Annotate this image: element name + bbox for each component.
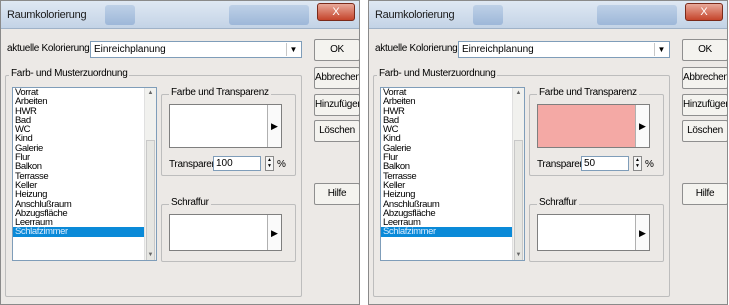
color-swatch [538,105,635,147]
titlebar-decoration [597,5,677,25]
fill-transparency-group-label: Farbe und Transparenz [537,87,639,98]
titlebar-decoration [473,5,503,25]
hatch-picker[interactable]: ▶ [169,214,282,251]
room-list[interactable]: Vorrat Arbeiten HWR Bad WC Kind Galerie … [12,87,157,261]
list-item[interactable]: Bad [381,115,512,125]
current-coloring-label: aktuelle Kolorierung: [7,43,92,54]
transparency-stepper[interactable]: ▲ ▼ [265,156,274,171]
percent-sign: % [645,159,654,170]
list-item-selected[interactable]: Schlafzimmer [381,227,512,237]
list-item[interactable]: Bad [13,115,144,125]
list-item-selected[interactable]: Schlafzimmer [13,227,144,237]
coloring-select[interactable]: Einreichplanung ▼ [458,41,670,58]
ok-button[interactable]: OK [682,39,727,61]
color-pattern-group-label: Farb- und Musterzuordnung [9,68,130,79]
room-coloring-dialog-right: Raumkolorierung X aktuelle Kolorierung: … [368,0,728,305]
hatch-group-label: Schraffur [169,197,211,208]
window-title: Raumkolorierung [7,9,87,21]
list-item[interactable]: WC [381,125,512,135]
color-pattern-group-label: Farb- und Musterzuordnung [377,68,498,79]
hatch-swatch [538,215,635,250]
hatch-swatch [170,215,267,250]
coloring-select-value: Einreichplanung [462,44,534,55]
add-button[interactable]: Hinzufügen... [682,94,727,116]
room-coloring-dialog-left: Raumkolorierung X aktuelle Kolorierung: … [0,0,360,305]
list-scrollbar[interactable]: ▲ ▼ [144,88,156,260]
add-button[interactable]: Hinzufügen... [314,94,359,116]
coloring-select[interactable]: Einreichplanung ▼ [90,41,302,58]
titlebar-decoration [229,5,309,25]
ok-button[interactable]: OK [314,39,359,61]
current-coloring-label: aktuelle Kolorierung: [375,43,460,54]
window-title: Raumkolorierung [375,9,455,21]
list-item[interactable]: HWR [381,106,512,116]
room-list[interactable]: Vorrat Arbeiten HWR Bad WC Kind Galerie … [380,87,525,261]
list-item[interactable]: HWR [13,106,144,116]
transparency-input[interactable]: 100 [213,156,261,171]
scroll-down-icon[interactable]: ▼ [513,252,524,258]
scroll-thumb[interactable] [514,140,523,260]
delete-button[interactable]: Löschen [682,120,727,142]
delete-button[interactable]: Löschen [314,120,359,142]
scroll-up-icon[interactable]: ▲ [513,90,524,96]
color-swatch-picker[interactable]: ▶ [169,104,282,148]
chevron-down-icon[interactable]: ▼ [286,43,300,56]
chevron-right-icon[interactable]: ▶ [635,215,649,250]
chevron-down-icon[interactable]: ▼ [654,43,668,56]
close-button[interactable]: X [685,3,723,21]
scroll-down-icon[interactable]: ▼ [145,252,156,258]
title-bar[interactable]: Raumkolorierung X [369,1,727,29]
list-item[interactable]: Galerie [381,143,512,153]
title-bar[interactable]: Raumkolorierung X [1,1,359,29]
list-item[interactable]: Galerie [13,143,144,153]
transparency-value: 50 [584,158,596,169]
scroll-up-icon[interactable]: ▲ [145,90,156,96]
help-button[interactable]: Hilfe [682,183,727,205]
coloring-select-value: Einreichplanung [94,44,166,55]
close-button[interactable]: X [317,3,355,21]
chevron-right-icon[interactable]: ▶ [267,105,281,147]
hatch-group-label: Schraffur [537,197,579,208]
percent-sign: % [277,159,286,170]
chevron-right-icon[interactable]: ▶ [267,215,281,250]
list-item[interactable]: WC [13,125,144,135]
titlebar-decoration [105,5,135,25]
cancel-button[interactable]: Abbrechen [682,67,727,89]
transparency-value: 100 [216,158,233,169]
help-button[interactable]: Hilfe [314,183,359,205]
color-swatch-picker[interactable]: ▶ [537,104,650,148]
hatch-picker[interactable]: ▶ [537,214,650,251]
cancel-button[interactable]: Abbrechen [314,67,359,89]
transparency-input[interactable]: 50 [581,156,629,171]
scroll-thumb[interactable] [146,140,155,260]
fill-transparency-group-label: Farbe und Transparenz [169,87,271,98]
color-swatch [170,105,267,147]
chevron-right-icon[interactable]: ▶ [635,105,649,147]
list-scrollbar[interactable]: ▲ ▼ [512,88,524,260]
transparency-stepper[interactable]: ▲ ▼ [633,156,642,171]
